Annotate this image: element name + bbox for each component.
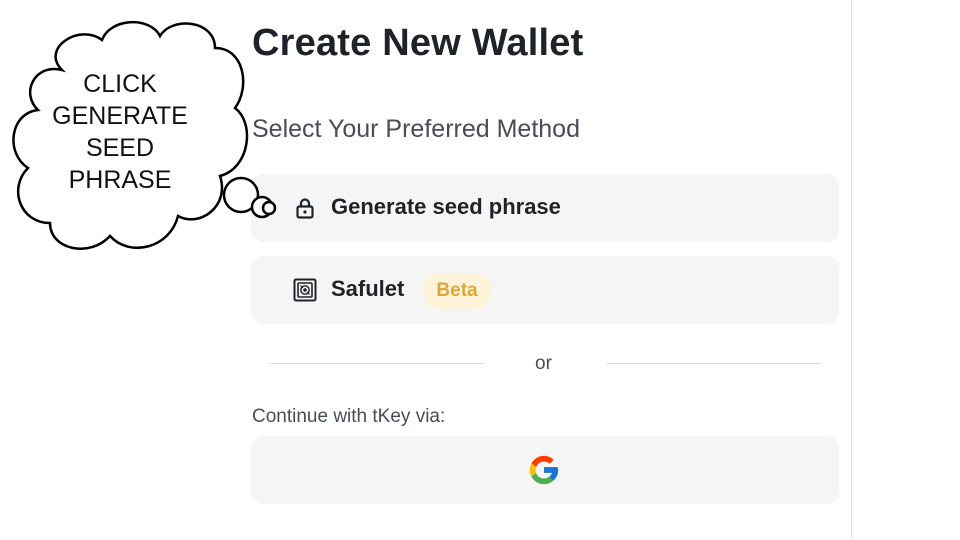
- divider-line-left: [269, 363, 484, 364]
- beta-badge: Beta: [422, 273, 492, 309]
- callout-line: SEED: [85, 134, 155, 162]
- callout-line: GENERATE: [52, 102, 188, 130]
- callout-line: CLICK: [83, 70, 157, 98]
- safulet-label: Safulet: [331, 276, 405, 301]
- callout-text: CLICK GENERATE SEED PHRASE: [44, 68, 196, 196]
- tkey-label: Continue with tKey via:: [252, 406, 446, 427]
- page-subtitle: Select Your Preferred Method: [252, 115, 580, 143]
- instruction-callout: CLICK GENERATE SEED PHRASE: [10, 18, 285, 263]
- or-divider: or: [269, 350, 821, 380]
- divider-line-right: [606, 363, 821, 364]
- panel-divider: [851, 0, 852, 540]
- create-wallet-panel: Create New Wallet Select Your Preferred …: [251, 0, 839, 540]
- or-text: or: [535, 353, 552, 374]
- page-title: Create New Wallet: [252, 22, 584, 64]
- generate-seed-phrase-button[interactable]: Generate seed phrase: [251, 174, 839, 242]
- safulet-button[interactable]: Safulet Beta: [251, 256, 839, 324]
- generate-seed-phrase-label: Generate seed phrase: [331, 194, 561, 219]
- screen: Create New Wallet Select Your Preferred …: [0, 0, 960, 540]
- google-login-button[interactable]: [251, 436, 839, 504]
- google-icon: [529, 455, 559, 485]
- lock-icon: [296, 198, 314, 219]
- callout-line: PHRASE: [68, 166, 172, 194]
- safulet-chip-icon: [293, 278, 317, 302]
